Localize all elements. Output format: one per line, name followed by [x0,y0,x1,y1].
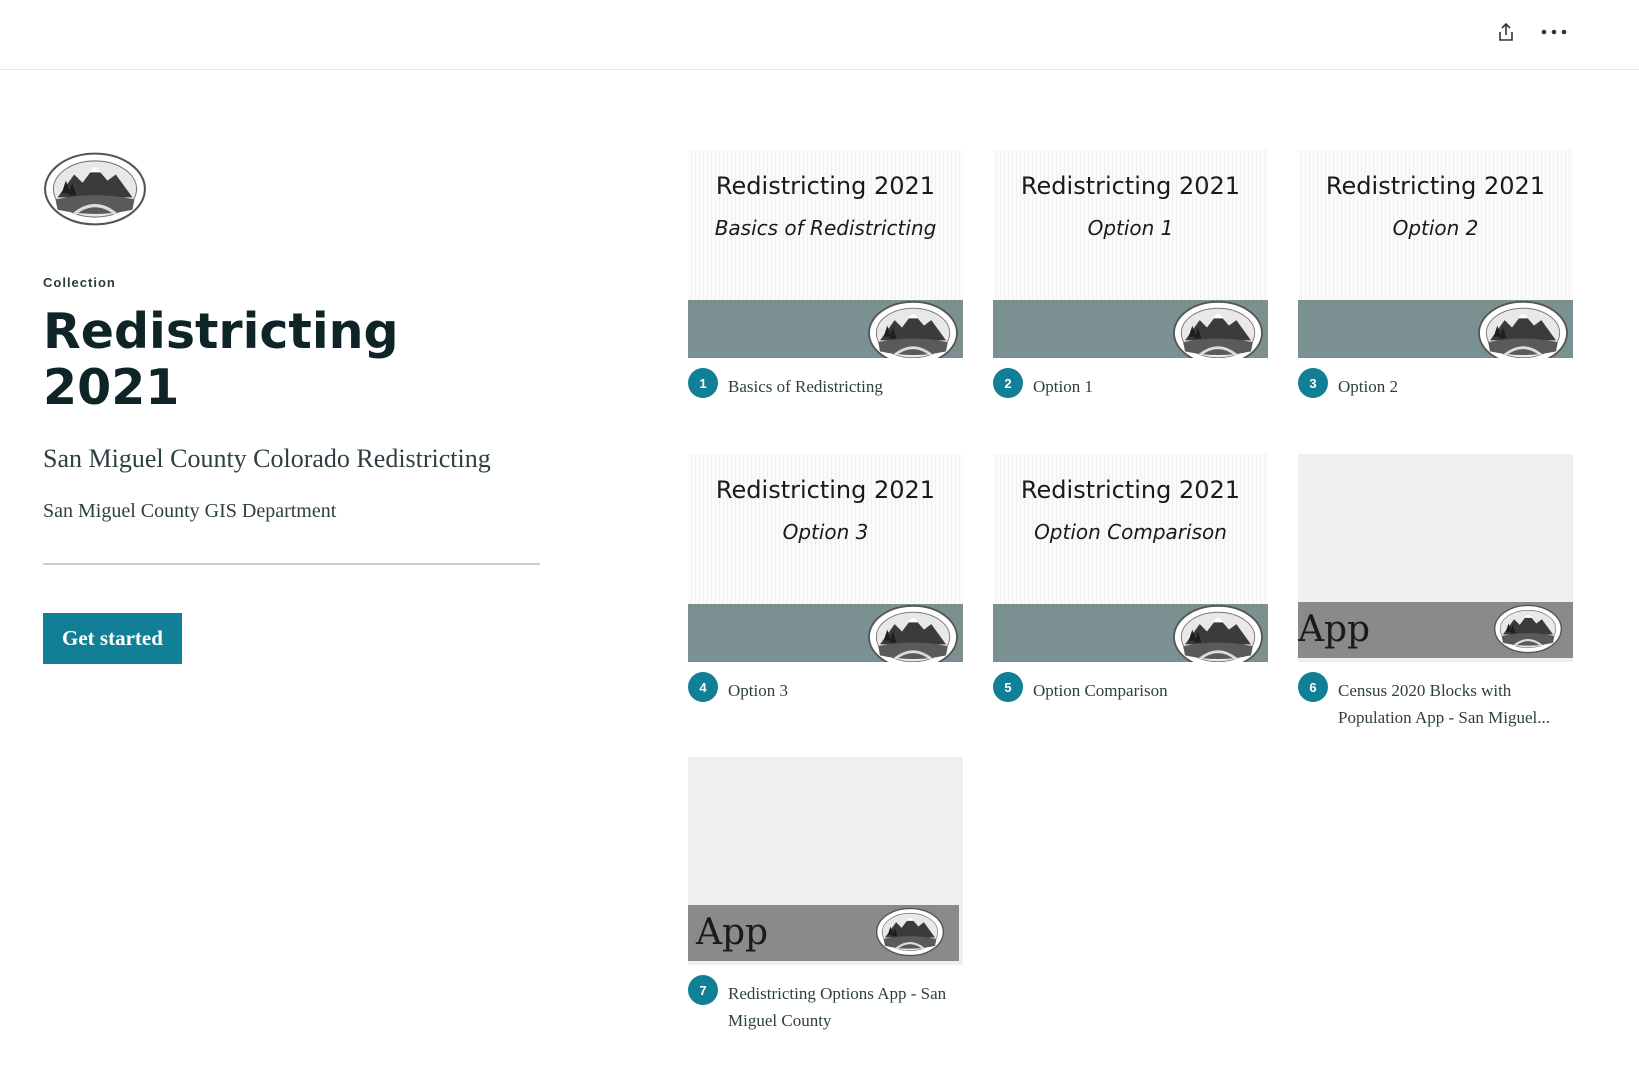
item-thumbnail[interactable]: App [688,757,963,965]
thumb-subtitle: Option Comparison [1034,520,1227,544]
collection-item-5[interactable]: Redistricting 2021 Option Comparison 5 O… [993,454,1268,704]
item-thumbnail[interactable]: Redistricting 2021 Option 1 [993,150,1268,358]
item-thumbnail[interactable]: Redistricting 2021 Option 3 [688,454,963,662]
item-number-badge: 5 [993,672,1023,702]
county-seal-logo [1172,300,1264,358]
more-options-button[interactable] [1538,18,1570,46]
collection-item-2[interactable]: Redistricting 2021 Option 1 2 Option 1 [993,150,1268,400]
item-title[interactable]: Option Comparison [1033,677,1268,704]
thumb-title: Redistricting 2021 [1325,172,1546,200]
item-title[interactable]: Census 2020 Blocks with Population App -… [1338,677,1573,731]
thumb-title: Redistricting 2021 [715,476,936,504]
item-thumbnail[interactable]: Redistricting 2021 Option Comparison [993,454,1268,662]
thumb-app-label: App [696,912,769,953]
item-number-badge: 1 [688,368,718,398]
share-icon [1499,22,1513,41]
item-caption: 7 Redistricting Options App - San Miguel… [688,975,963,1034]
collection-item-4[interactable]: Redistricting 2021 Option 3 4 Option 3 [688,454,963,704]
county-seal-logo [1477,300,1569,358]
item-caption: 1 Basics of Redistricting [688,368,963,400]
county-seal-logo [43,152,147,226]
item-title[interactable]: Redistricting Options App - San Miguel C… [728,980,948,1034]
item-title[interactable]: Option 3 [728,677,963,704]
thumb-subtitle: Option 3 [782,520,869,544]
item-title[interactable]: Option 2 [1338,373,1573,400]
collection-label: Collection [43,275,116,290]
collection-author: San Miguel County GIS Department [43,500,337,522]
thumb-title: Redistricting 2021 [715,172,936,200]
county-seal-logo [1172,604,1264,662]
county-seal-logo [875,907,945,957]
item-number-badge: 3 [1298,368,1328,398]
divider [43,563,540,565]
item-caption: 5 Option Comparison [993,672,1268,704]
more-options-icon [1541,29,1567,35]
item-title[interactable]: Basics of Redistricting [728,373,963,400]
item-caption: 4 Option 3 [688,672,963,704]
thumb-title: Redistricting 2021 [1020,172,1241,200]
item-number-badge: 7 [688,975,718,1005]
item-thumbnail[interactable]: App [1298,454,1573,662]
collection-info: Collection Redistricting 2021 San Miguel… [43,150,540,664]
item-title[interactable]: Option 1 [1033,373,1268,400]
item-number-badge: 4 [688,672,718,702]
item-caption: 6 Census 2020 Blocks with Population App… [1298,672,1573,731]
collection-item-1[interactable]: Redistricting 2021 Basics of Redistricti… [688,150,963,400]
share-button[interactable] [1492,18,1520,46]
top-bar [0,0,1639,70]
item-number-badge: 2 [993,368,1023,398]
page-title: Redistricting 2021 [43,303,399,416]
collection-item-6[interactable]: App 6 Census 2020 Blocks with Population… [1298,454,1573,731]
thumb-title: Redistricting 2021 [1020,476,1241,504]
item-thumbnail[interactable]: Redistricting 2021 Option 2 [1298,150,1573,358]
county-seal-logo [867,604,959,662]
county-seal-logo [1493,604,1563,654]
thumb-subtitle: Option 1 [1087,216,1174,240]
item-thumbnail[interactable]: Redistricting 2021 Basics of Redistricti… [688,150,963,358]
collection-item-3[interactable]: Redistricting 2021 Option 2 3 Option 2 [1298,150,1573,400]
thumb-app-label: App [1298,609,1371,650]
item-caption: 3 Option 2 [1298,368,1573,400]
collection-item-7[interactable]: App 7 Redistricting Options App - San Mi… [688,757,963,1034]
item-number-badge: 6 [1298,672,1328,702]
item-caption: 2 Option 1 [993,368,1268,400]
collection-subtitle: San Miguel County Colorado Redistricting [43,444,491,473]
thumb-subtitle: Option 2 [1392,216,1479,240]
thumb-subtitle: Basics of Redistricting [714,216,937,240]
get-started-button[interactable]: Get started [43,613,182,664]
county-seal-logo [867,300,959,358]
